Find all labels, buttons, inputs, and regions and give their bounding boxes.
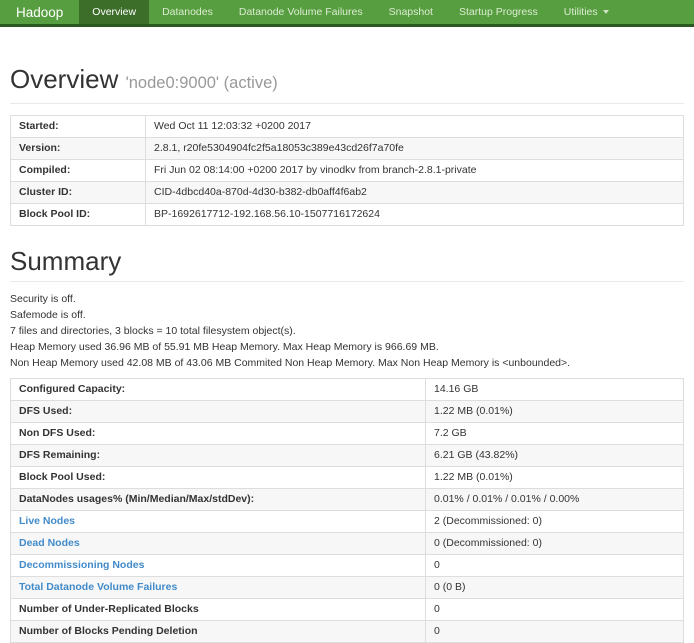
row-label: Version: (11, 138, 146, 160)
row-version: Version: 2.8.1, r20fe5304904fc2f5a18053c… (11, 138, 684, 160)
summary-line-heap-memory-used-36-96-mb-of-55-91-mb-heap-memory-max-heap-memory-is-966-69-mb: Heap Memory used 36.96 MB of 55.91 MB He… (10, 341, 684, 353)
row-value: 7.2 GB (426, 423, 684, 445)
row-label: Block Pool ID: (11, 204, 146, 226)
nav-item-label: Datanode Volume Failures (239, 6, 363, 18)
row-label: DFS Remaining: (11, 445, 426, 467)
row-label: DataNodes usages% (Min/Median/Max/stdDev… (11, 489, 426, 511)
row-number-of-under-replicated-blocks: Number of Under-Replicated Blocks 0 (11, 599, 684, 621)
row-total-datanode-volume-failures: Total Datanode Volume Failures 0 (0 B) (11, 577, 684, 599)
nav-item-snapshot[interactable]: Snapshot (376, 0, 446, 24)
row-label: Cluster ID: (11, 182, 146, 204)
row-label: Compiled: (11, 160, 146, 182)
row-dead-nodes: Dead Nodes 0 (Decommissioned: 0) (11, 533, 684, 555)
row-value: 0 (426, 555, 684, 577)
summary-line-7-files-and-directories-3-blocks-10-total-filesystem-object-s: 7 files and directories, 3 blocks = 10 t… (10, 325, 684, 337)
row-value: 1.22 MB (0.01%) (426, 467, 684, 489)
row-value: Fri Jun 02 08:14:00 +0200 2017 by vinodk… (146, 160, 684, 182)
overview-title: Overview 'node0:9000' (active) (10, 65, 684, 97)
row-started: Started: Wed Oct 11 12:03:32 +0200 2017 (11, 116, 684, 138)
nav-item-datanode-volume-failures[interactable]: Datanode Volume Failures (226, 0, 376, 24)
row-block-pool-used: Block Pool Used: 1.22 MB (0.01%) (11, 467, 684, 489)
nav-item-overview[interactable]: Overview (79, 0, 149, 24)
nav-item-startup-progress[interactable]: Startup Progress (446, 0, 551, 24)
namenode-address: 'node0:9000' (active) (126, 74, 278, 92)
summary-status-lines: Security is off. Safemode is off. 7 file… (10, 293, 684, 369)
chevron-down-icon (603, 10, 609, 14)
row-label: Number of Under-Replicated Blocks (11, 599, 426, 621)
nav-item-label: Utilities (564, 6, 598, 18)
row-value: 0 (Decommissioned: 0) (426, 533, 684, 555)
row-decommissioning-nodes: Decommissioning Nodes 0 (11, 555, 684, 577)
row-block-pool-id: Block Pool ID: BP-1692617712-192.168.56.… (11, 204, 684, 226)
row-value: 2 (Decommissioned: 0) (426, 511, 684, 533)
row-value: 0 (426, 621, 684, 643)
row-value: 0 (0 B) (426, 577, 684, 599)
row-value: 6.21 GB (43.82%) (426, 445, 684, 467)
summary-line-safemode-is-off: Safemode is off. (10, 309, 684, 321)
row-value: CID-4dbcd40a-870d-4d30-b382-db0aff4f6ab2 (146, 182, 684, 204)
page-content: Overview 'node0:9000' (active) Started: … (0, 65, 694, 643)
overview-table: Started: Wed Oct 11 12:03:32 +0200 2017 … (10, 115, 684, 226)
divider (10, 281, 684, 282)
row-label: Started: (11, 116, 146, 138)
row-link[interactable]: Dead Nodes (11, 533, 426, 555)
summary-table: Configured Capacity: 14.16 GB DFS Used: … (10, 378, 684, 643)
row-configured-capacity: Configured Capacity: 14.16 GB (11, 379, 684, 401)
navbar-items: Overview Datanodes Datanode Volume Failu… (79, 0, 621, 24)
overview-title-text: Overview (10, 64, 118, 94)
row-value: 14.16 GB (426, 379, 684, 401)
row-value: 1.22 MB (0.01%) (426, 401, 684, 423)
summary-line-security-is-off: Security is off. (10, 293, 684, 305)
row-cluster-id: Cluster ID: CID-4dbcd40a-870d-4d30-b382-… (11, 182, 684, 204)
row-label: Number of Blocks Pending Deletion (11, 621, 426, 643)
row-compiled: Compiled: Fri Jun 02 08:14:00 +0200 2017… (11, 160, 684, 182)
nav-item-label: Datanodes (162, 6, 213, 18)
row-dfs-remaining: DFS Remaining: 6.21 GB (43.82%) (11, 445, 684, 467)
row-non-dfs-used: Non DFS Used: 7.2 GB (11, 423, 684, 445)
row-link[interactable]: Total Datanode Volume Failures (11, 577, 426, 599)
row-label: DFS Used: (11, 401, 426, 423)
nav-item-datanodes[interactable]: Datanodes (149, 0, 226, 24)
row-link[interactable]: Decommissioning Nodes (11, 555, 426, 577)
summary-title: Summary (10, 247, 684, 275)
row-label: Configured Capacity: (11, 379, 426, 401)
navbar: Hadoop Overview Datanodes Datanode Volum… (0, 0, 694, 27)
hadoop-brand[interactable]: Hadoop (0, 0, 79, 24)
row-number-of-blocks-pending-deletion: Number of Blocks Pending Deletion 0 (11, 621, 684, 643)
row-value: Wed Oct 11 12:03:32 +0200 2017 (146, 116, 684, 138)
nav-item-label: Startup Progress (459, 6, 538, 18)
nav-item-label: Snapshot (389, 6, 433, 18)
row-datanodes-usages-min-median-max-stddev: DataNodes usages% (Min/Median/Max/stdDev… (11, 489, 684, 511)
summary-line-non-heap-memory-used-42-08-mb-of-43-06-mb-commited-non-heap-memory-max-non-heap-memory-is-unbounded: Non Heap Memory used 42.08 MB of 43.06 M… (10, 357, 684, 369)
row-label: Non DFS Used: (11, 423, 426, 445)
row-live-nodes: Live Nodes 2 (Decommissioned: 0) (11, 511, 684, 533)
row-link[interactable]: Live Nodes (11, 511, 426, 533)
divider (10, 103, 684, 104)
row-value: 2.8.1, r20fe5304904fc2f5a18053c389e43cd2… (146, 138, 684, 160)
nav-item-label: Overview (92, 6, 136, 18)
row-label: Block Pool Used: (11, 467, 426, 489)
nav-item-utilities[interactable]: Utilities (551, 0, 622, 24)
row-value: 0 (426, 599, 684, 621)
row-dfs-used: DFS Used: 1.22 MB (0.01%) (11, 401, 684, 423)
row-value: 0.01% / 0.01% / 0.01% / 0.00% (426, 489, 684, 511)
row-value: BP-1692617712-192.168.56.10-150771617262… (146, 204, 684, 226)
